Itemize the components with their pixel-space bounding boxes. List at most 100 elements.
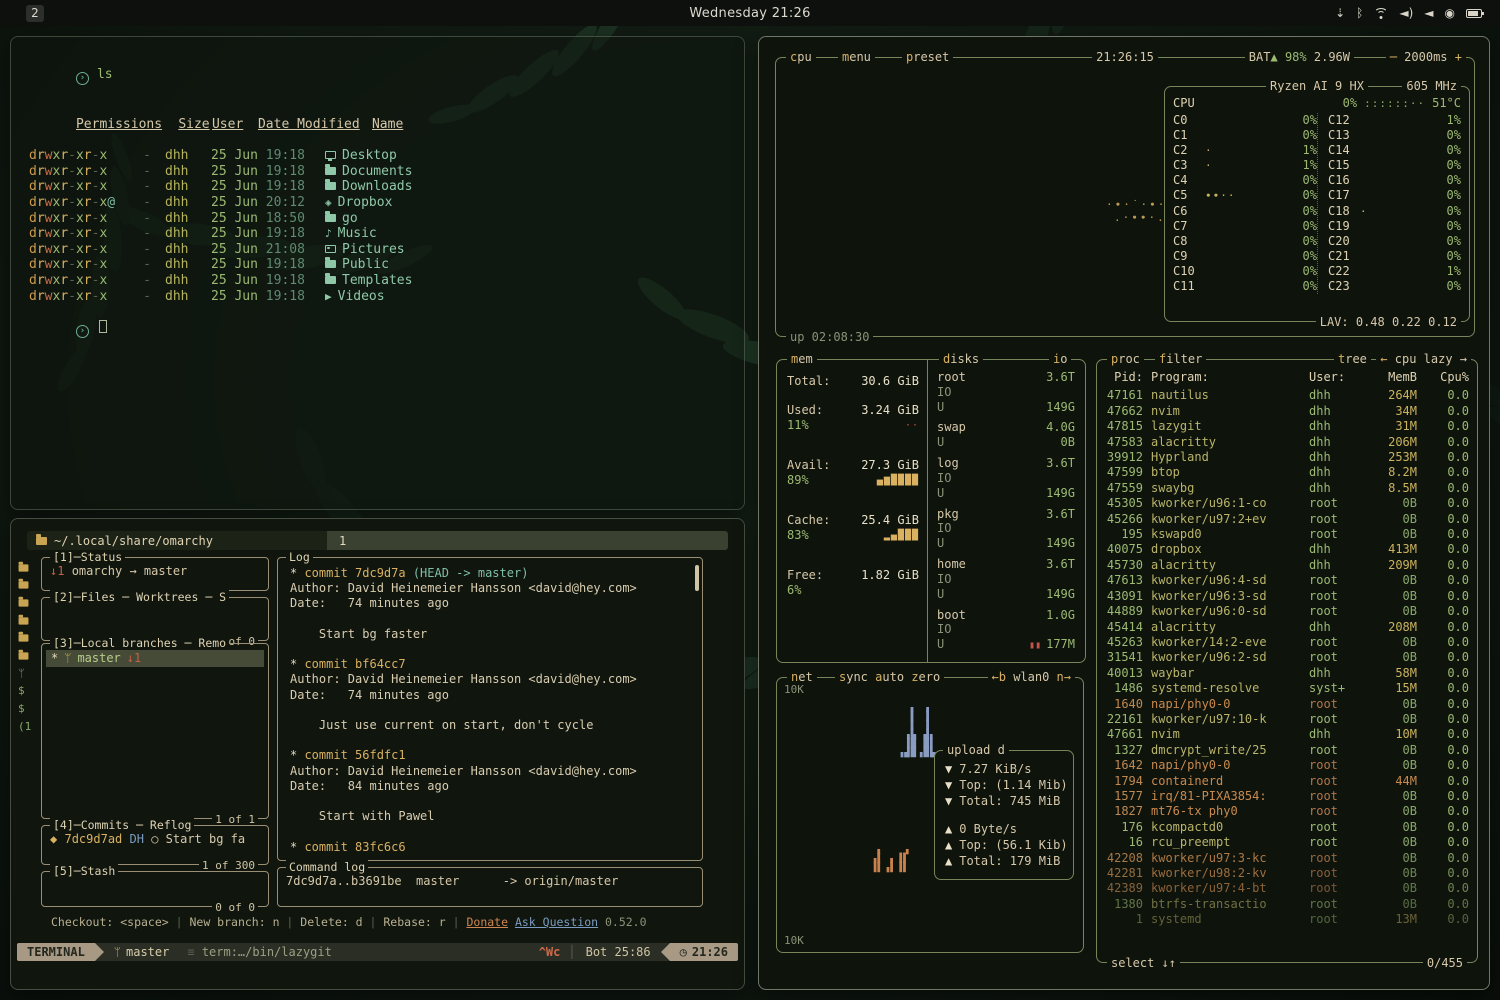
io-label[interactable]: io <box>1049 351 1071 367</box>
process-row[interactable]: 176kcompactd0root0B0.0 <box>1105 820 1469 835</box>
menu-button[interactable]: menu <box>838 49 875 65</box>
process-row[interactable]: 47613kworker/u96:4-sdroot0B0.0 <box>1105 573 1469 588</box>
process-row[interactable]: 1577irq/81-PIXA3854:root0B0.0 <box>1105 789 1469 804</box>
process-row[interactable]: 45730alacrittydhh209M0.0 <box>1105 558 1469 573</box>
process-row[interactable]: 47662nvimdhh34M0.0 <box>1105 404 1469 419</box>
donate-link[interactable]: Donate <box>466 915 508 929</box>
file-row: drwxr-xr-x-dhh25 Jun 19:18Templates <box>11 273 744 289</box>
process-row[interactable]: 16rcu_preemptroot0B0.0 <box>1105 835 1469 850</box>
net-option-sync[interactable]: sync <box>839 669 868 685</box>
process-row[interactable]: 45414alacrittydhh208M0.0 <box>1105 620 1469 635</box>
wifi-icon[interactable] <box>1374 8 1388 19</box>
disk-pkg: pkg3.6TIOU149G <box>937 507 1075 551</box>
process-row[interactable]: 1327dmcrypt_write/25root0B0.0 <box>1105 743 1469 758</box>
process-row[interactable]: 42281kworker/u98:2-kvroot0B0.0 <box>1105 866 1469 881</box>
tab-1[interactable]: 1 <box>339 534 346 548</box>
process-row[interactable]: 47661nvimdhh10M0.0 <box>1105 727 1469 742</box>
process-row[interactable]: 1640napi/phy0-0root0B0.0 <box>1105 697 1469 712</box>
process-row[interactable]: 39912Hyprlanddhh253M0.0 <box>1105 450 1469 465</box>
command-log-line: 7dc9d7a..b3691be master -> origin/master <box>286 874 696 888</box>
process-row[interactable]: 47599btopdhh8.2M0.0 <box>1105 465 1469 480</box>
commit-row[interactable]: ◆ 7dc9d7ad DH ○ Start bg fa <box>50 832 262 846</box>
cpu-core-row: C221% <box>1328 264 1461 279</box>
process-row[interactable]: 45305kworker/u96:1-coroot0B0.0 <box>1105 496 1469 511</box>
process-box[interactable]: proc filter tree ← cpu lazy → Pid: Progr… <box>1096 359 1478 963</box>
command-log-panel[interactable]: Command log 7dc9d7a..b3691be master -> o… <box>277 867 703 907</box>
process-row[interactable]: 22161kworker/u97:10-kroot0B0.0 <box>1105 712 1469 727</box>
btop-window[interactable]: cpu menu preset 21:26:15 BAT▲ 98% 2.96W … <box>758 36 1490 990</box>
cpu-core-row: C121% <box>1328 113 1461 128</box>
process-row[interactable]: 195kswapd0root0B0.0 <box>1105 527 1469 542</box>
sort-selector[interactable]: ← cpu lazy → <box>1376 351 1471 367</box>
stash-counter: 0 of 0 <box>212 901 258 914</box>
process-row[interactable]: 44889kworker/u96:0-sdroot0B0.0 <box>1105 604 1469 619</box>
commits-panel[interactable]: [4]─Commits ─ Reflog ◆ 7dc9d7ad DH ○ Sta… <box>41 825 269 865</box>
cpu-core-row: C2·1% <box>1173 143 1317 158</box>
col-size: Size <box>176 117 212 133</box>
mem-stat: Avail:27.3 GiB89%▄▆████ <box>787 458 919 489</box>
mem-graph: ▄▆████ <box>877 473 919 489</box>
branch-row[interactable]: *ᛘmaster↓1 <box>46 650 264 667</box>
preset-button[interactable]: preset <box>902 49 953 65</box>
file-row: drwxr-xr-x-dhh25 Jun 19:18Documents <box>11 164 744 180</box>
log-commit: * commit 83fc6c6 <box>290 840 692 854</box>
process-row[interactable]: 45266kworker/u97:2+evroot0B0.0 <box>1105 512 1469 527</box>
folder-icon <box>18 629 38 647</box>
net-option-zero[interactable]: zero <box>911 669 940 685</box>
network-box[interactable]: net sync auto zero ←b wlan0 n→ 10K 10K ▖… <box>776 677 1084 953</box>
repo-path-segment[interactable]: ~/.local/share/omarchy <box>27 531 327 550</box>
select-hint[interactable]: select ↓↑ <box>1107 955 1180 971</box>
status-panel[interactable]: [1]─Status ↓1 omarchy → master <box>41 557 269 591</box>
ask-question-link[interactable]: Ask Question <box>515 915 598 929</box>
process-row[interactable]: 1systemdroot13M0.0 <box>1105 912 1469 927</box>
workspace-indicator[interactable]: 2 <box>26 5 44 22</box>
filter-button[interactable]: filter <box>1155 351 1206 367</box>
process-row[interactable]: 47583alacrittydhh206M0.0 <box>1105 435 1469 450</box>
video-icon: ▶ <box>325 290 332 303</box>
mic-icon[interactable]: ◄ <box>1424 7 1433 19</box>
tree-button[interactable]: tree <box>1334 351 1371 367</box>
branches-panel[interactable]: [3]─Local branches ─ Remo *ᛘmaster↓1 1 o… <box>41 643 269 819</box>
process-row[interactable]: 1794containerdroot44M0.0 <box>1105 774 1469 789</box>
net-stats-label[interactable]: upload d <box>943 742 1009 758</box>
file-name: Templates <box>342 273 412 288</box>
process-row[interactable]: 1380btrfs-transactioroot0B0.0 <box>1105 897 1469 912</box>
process-row[interactable]: 1486systemd-resolvesyst+15M0.0 <box>1105 681 1469 696</box>
process-row[interactable]: 42208kworker/u97:3-kcroot0B0.0 <box>1105 851 1469 866</box>
battery-icon[interactable] <box>1466 9 1482 18</box>
user-icon[interactable]: ◉ <box>1445 7 1455 19</box>
volume-icon[interactable]: ◄) <box>1399 7 1413 19</box>
process-row[interactable]: 1827mt76-tx phy0root0B0.0 <box>1105 804 1469 819</box>
process-row[interactable]: 40013waybardhh58M0.0 <box>1105 666 1469 681</box>
net-interface-selector[interactable]: ←b wlan0 n→ <box>988 669 1076 685</box>
process-row[interactable]: 31541kworker/u96:2-sdroot0B0.0 <box>1105 650 1469 665</box>
process-row[interactable]: 47161nautilusdhh264M0.0 <box>1105 388 1469 403</box>
update-interval-control[interactable]: ─ 2000ms + <box>1386 49 1466 65</box>
process-row[interactable]: 1642napi/phy0-0root0B0.0 <box>1105 758 1469 773</box>
bluetooth-icon[interactable]: ᛒ <box>1356 7 1363 19</box>
file-row: drwxr-xr-x-dhh25 Jun 21:08Pictures <box>11 242 744 258</box>
updates-icon[interactable]: ⇣ <box>1335 7 1345 19</box>
clock-icon: ◷ <box>680 943 687 961</box>
memory-box[interactable]: mem disks io Total:30.6 GiBUsed:3.24 GiB… <box>776 359 1086 663</box>
process-row[interactable]: 40075dropboxdhh413M0.0 <box>1105 542 1469 557</box>
terminal-window[interactable]: ›ls PermissionsSizeUserDate ModifiedName… <box>10 36 745 510</box>
branch-behind: ↓1 <box>127 650 141 667</box>
buffer-name: ≡ term:…/bin/lazygit <box>179 943 340 961</box>
editor-sidebar: ᛘ$$(1 <box>18 559 38 735</box>
lazygit-window[interactable]: ~/.local/share/omarchy 1 ᛘ$$(1 [1]─Statu… <box>10 518 745 990</box>
cpu-box[interactable]: cpu menu preset 21:26:15 BAT▲ 98% 2.96W … <box>775 57 1475 337</box>
cpu-temp-graph: ::::::·· <box>1364 96 1425 111</box>
scrollbar[interactable] <box>695 565 699 591</box>
process-row[interactable]: 43091kworker/u96:3-sdroot0B0.0 <box>1105 589 1469 604</box>
files-panel[interactable]: [2]─Files ─ Worktrees ─ S 0 of 0 <box>41 597 269 641</box>
stash-panel[interactable]: [5]─Stash 0 of 0 <box>41 871 269 907</box>
process-row[interactable]: 47815lazygitdhh31M0.0 <box>1105 419 1469 434</box>
net-option-auto[interactable]: auto <box>875 669 904 685</box>
process-row[interactable]: 42389kworker/u97:4-btroot0B0.0 <box>1105 881 1469 896</box>
process-row[interactable]: 45263kworker/14:2-everoot0B0.0 <box>1105 635 1469 650</box>
cpu-frequency: 605 MHz <box>1402 78 1461 94</box>
log-panel[interactable]: Log * commit 7dc9d7a (HEAD -> master)Aut… <box>277 557 703 861</box>
process-row[interactable]: 47559swaybgdhh8.5M0.0 <box>1105 481 1469 496</box>
disks-label[interactable]: disks <box>939 351 983 367</box>
